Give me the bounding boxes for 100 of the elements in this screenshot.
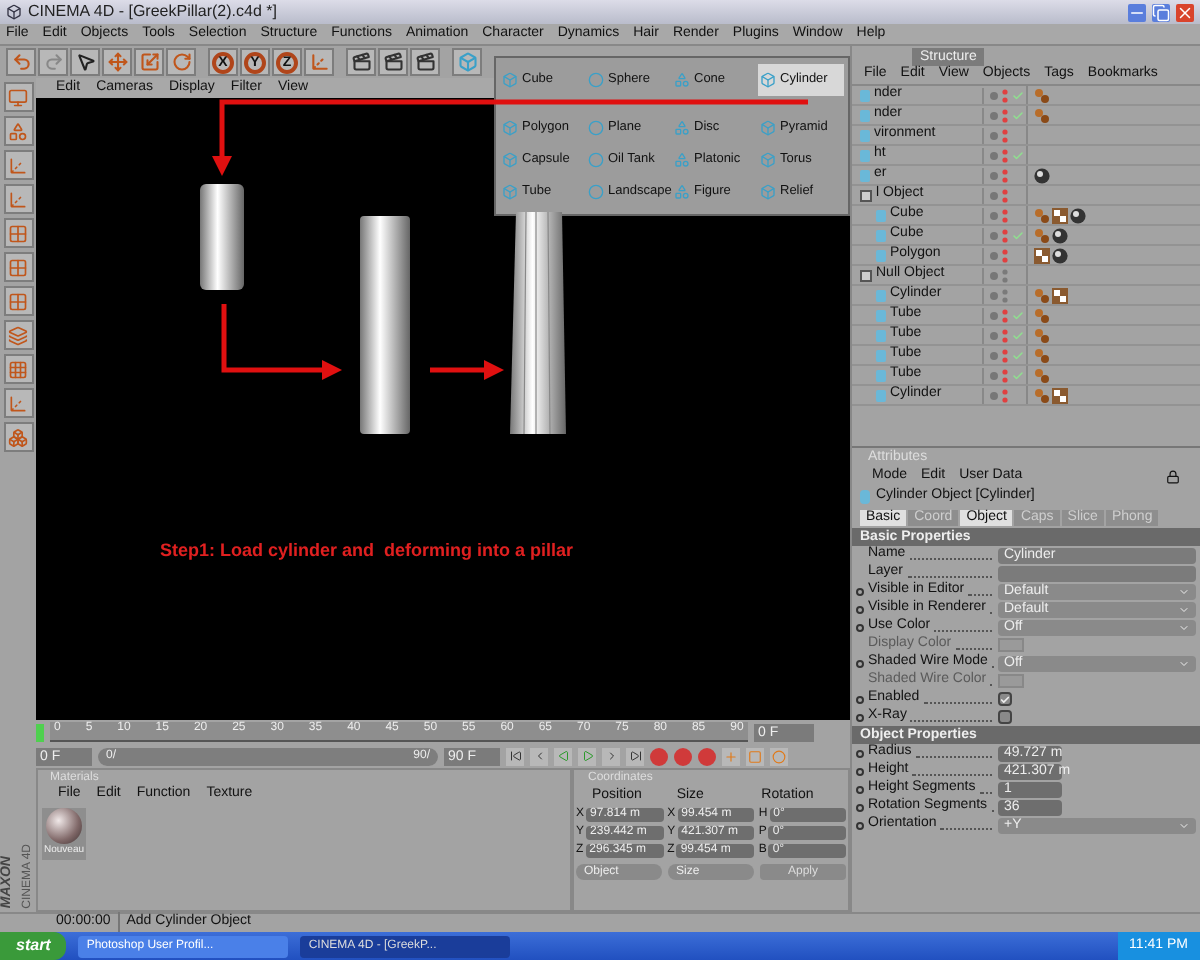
primitive-icon xyxy=(674,184,690,200)
cylinder-drawing xyxy=(200,184,244,290)
sphere-icon xyxy=(1070,207,1086,223)
primitive-icon xyxy=(674,72,690,88)
tool-button[interactable] xyxy=(3,286,33,316)
editor-render-dots-icon[interactable] xyxy=(1002,307,1008,323)
chevron-down-icon xyxy=(1178,657,1190,669)
render-view-button[interactable] xyxy=(346,48,376,76)
tool-button[interactable] xyxy=(3,82,33,112)
checker-icon xyxy=(1052,207,1068,223)
primitive-icon xyxy=(502,184,518,200)
editor-render-dots-icon[interactable] xyxy=(1002,127,1008,143)
editor-render-dots-icon[interactable] xyxy=(1002,287,1008,303)
text-field[interactable] xyxy=(998,565,1196,581)
clapperboard-icon xyxy=(351,52,371,72)
sphere-icon xyxy=(1052,247,1068,263)
checkbox[interactable] xyxy=(998,710,1012,724)
coordinate-system-button[interactable] xyxy=(304,48,334,76)
tool-button[interactable] xyxy=(3,116,33,146)
editor-render-dots-icon[interactable] xyxy=(1002,247,1008,263)
axis-icon xyxy=(8,189,28,209)
key-tool-button[interactable] xyxy=(722,747,740,765)
collapse-box-icon xyxy=(860,189,872,201)
clapperboard-icon xyxy=(383,52,403,72)
key-tool-button[interactable] xyxy=(770,747,788,765)
pointer-icon xyxy=(75,52,95,72)
primitive-icon xyxy=(760,72,776,88)
clapperboard-icon xyxy=(415,52,435,72)
editor-render-dots-icon[interactable] xyxy=(1002,107,1008,123)
layout-icon xyxy=(8,87,28,107)
redo-icon xyxy=(43,52,63,72)
close-button[interactable] xyxy=(1176,3,1194,21)
tool-button[interactable] xyxy=(3,320,33,350)
checker-icon xyxy=(8,359,28,379)
editor-render-dots-icon[interactable] xyxy=(1002,147,1008,163)
key-tool-button[interactable] xyxy=(746,747,764,765)
axis-icon xyxy=(8,155,28,175)
key-tool-icon xyxy=(724,749,738,763)
grid-icon xyxy=(8,257,28,277)
scale-icon xyxy=(139,52,159,72)
lock-icon[interactable] xyxy=(1166,469,1180,483)
tool-button[interactable] xyxy=(3,150,33,180)
axis-icon xyxy=(309,52,329,72)
primitive-icon xyxy=(760,120,776,136)
primitive-icon xyxy=(674,120,690,136)
editor-render-dots-icon[interactable] xyxy=(1002,347,1008,363)
editor-render-dots-icon[interactable] xyxy=(1002,367,1008,383)
enabled-check-icon[interactable] xyxy=(1012,229,1024,241)
tool-button[interactable] xyxy=(3,184,33,214)
checker-icon xyxy=(1052,387,1068,403)
editor-render-dots-icon[interactable] xyxy=(1002,187,1008,203)
playback-button[interactable] xyxy=(506,747,524,765)
primitive-icon xyxy=(674,152,690,168)
primitive-icon xyxy=(502,120,518,136)
scale-tool-button[interactable] xyxy=(134,48,164,76)
editor-render-dots-icon[interactable] xyxy=(1002,87,1008,103)
restore-button[interactable] xyxy=(1152,3,1170,21)
app-icon xyxy=(6,4,22,20)
tool-button[interactable] xyxy=(3,422,33,452)
primitive-icon xyxy=(502,72,518,88)
undo-icon xyxy=(11,52,31,72)
tool-button[interactable] xyxy=(3,252,33,282)
sphere-icon xyxy=(1052,227,1068,243)
select-tool-button[interactable] xyxy=(70,48,100,76)
arrow xyxy=(221,304,342,380)
move-icon xyxy=(107,52,127,72)
playhead-marker xyxy=(36,723,44,741)
primitive-icon xyxy=(760,152,776,168)
rotate-tool-button[interactable] xyxy=(166,48,196,76)
editor-render-dots-icon[interactable] xyxy=(1002,207,1008,223)
tool-button[interactable] xyxy=(3,354,33,384)
checker-icon xyxy=(1034,247,1050,263)
editor-render-dots-icon[interactable] xyxy=(1002,267,1008,283)
primitive-icon xyxy=(588,72,604,88)
render-button[interactable] xyxy=(378,48,408,76)
grid-icon xyxy=(8,223,28,243)
primitive-button[interactable] xyxy=(452,48,482,76)
shapes-icon xyxy=(8,121,28,141)
tool-button[interactable] xyxy=(3,218,33,248)
editor-render-dots-icon[interactable] xyxy=(1002,227,1008,243)
enabled-check-icon[interactable] xyxy=(1012,149,1024,161)
boxes-icon xyxy=(8,427,28,447)
layers-icon xyxy=(8,325,28,345)
minimize-button[interactable] xyxy=(1128,3,1146,21)
render-settings-button[interactable] xyxy=(410,48,440,76)
editor-render-dots-icon[interactable] xyxy=(1002,327,1008,343)
playback-button[interactable] xyxy=(626,747,644,765)
tool-button[interactable] xyxy=(3,388,33,418)
collapse-box-icon xyxy=(860,269,872,281)
grid-icon xyxy=(8,291,28,311)
chevron-down-icon xyxy=(1178,819,1190,831)
primitive-icon xyxy=(502,152,518,168)
start-button[interactable]: start xyxy=(0,932,67,960)
editor-render-dots-icon[interactable] xyxy=(1002,167,1008,183)
window-title: CINEMA 4D - [GreekPillar(2).c4d *] xyxy=(28,0,279,24)
checkbox[interactable] xyxy=(998,692,1012,706)
undo-button[interactable] xyxy=(6,48,36,76)
playback-icon xyxy=(629,750,641,762)
editor-render-dots-icon[interactable] xyxy=(1002,387,1008,403)
checker-icon xyxy=(1052,287,1068,303)
